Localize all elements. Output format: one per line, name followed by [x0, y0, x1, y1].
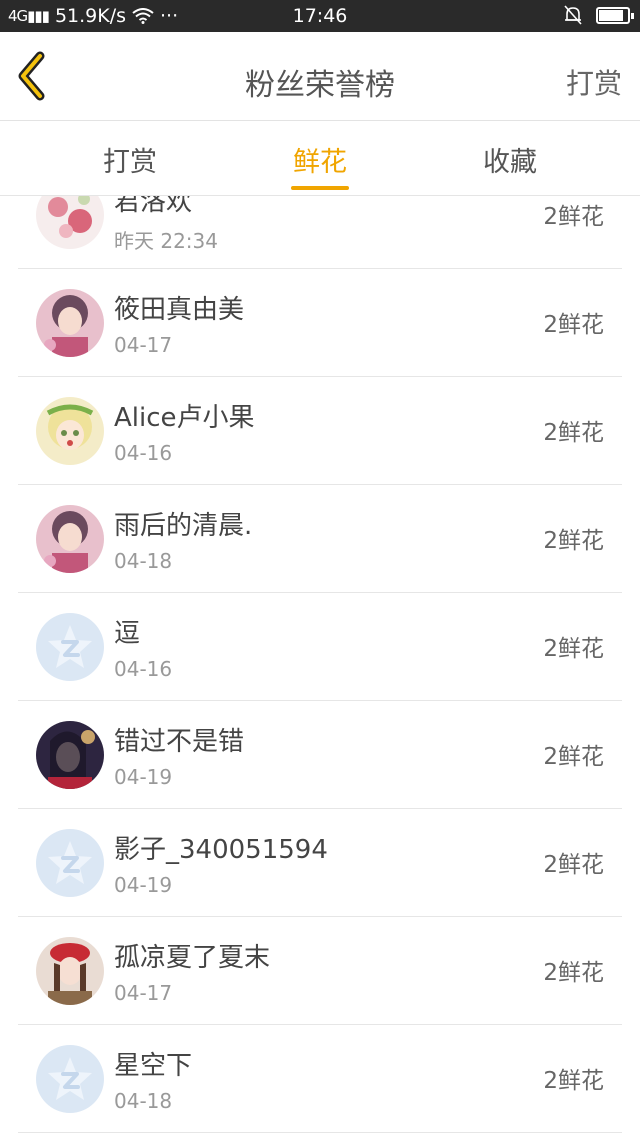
blonde-girl-avatar-icon — [36, 397, 104, 465]
fan-date: 04-16 — [114, 657, 173, 681]
fan-date: 04-17 — [114, 333, 173, 357]
status-right — [564, 5, 634, 25]
status-bar: 4G▮▮▮ 51.9K/s ··· 17:46 — [0, 0, 640, 32]
flower-amount: 2鲜花 — [543, 960, 604, 986]
fan-date: 昨天 22:34 — [114, 229, 218, 253]
page-title: 粉丝荣誉榜 — [245, 68, 395, 103]
fan-date: 04-17 — [114, 981, 173, 1005]
floral-avatar-icon — [36, 196, 104, 249]
flower-amount: 2鲜花 — [543, 312, 604, 338]
fan-name: 星空下 — [114, 1051, 193, 1081]
default-star-avatar-icon — [36, 613, 104, 681]
fan-date: 04-19 — [114, 873, 173, 897]
avatar[interactable] — [36, 937, 104, 1005]
fan-date: 04-16 — [114, 441, 173, 465]
avatar[interactable] — [36, 1045, 104, 1113]
fan-name: Alice卢小果 — [114, 403, 255, 433]
avatar[interactable] — [36, 721, 104, 789]
default-star-avatar-icon — [36, 1045, 104, 1113]
red-hat-avatar-icon — [36, 937, 104, 1005]
list-item[interactable]: 君洛欢昨天 22:34 2鲜花 — [0, 196, 640, 269]
list-item[interactable]: 星空下 04-18 2鲜花 — [0, 1025, 640, 1133]
flower-amount: 2鲜花 — [543, 744, 604, 770]
avatar[interactable] — [36, 196, 104, 249]
flower-amount: 2鲜花 — [543, 528, 604, 554]
list-item[interactable]: 雨后的清晨. 04-18 2鲜花 — [0, 485, 640, 593]
battery-fill — [599, 9, 623, 21]
flower-amount: 2鲜花 — [543, 420, 604, 446]
fan-name: 雨后的清晨. — [114, 511, 253, 541]
list-item[interactable]: Alice卢小果 04-16 2鲜花 — [0, 377, 640, 485]
flower-amount: 2鲜花 — [543, 1068, 604, 1094]
dark-hair-avatar-icon — [36, 721, 104, 789]
fan-date: 04-19 — [114, 765, 173, 789]
status-time: 17:46 — [292, 5, 348, 27]
fan-list[interactable]: 君洛欢 昨天 22:34 2鲜花 筱田真由美 04-17 2鲜花 Alice卢小果 04-16… — [0, 196, 640, 1138]
list-item[interactable]: 筱田真由美 04-17 2鲜花 — [0, 269, 640, 377]
fan-name: 筱田真由美 — [114, 295, 245, 325]
tab-favorites[interactable]: 收藏 — [450, 140, 570, 179]
active-tab-indicator — [291, 186, 349, 190]
list-item[interactable]: 逗 04-16 2鲜花 — [0, 593, 640, 701]
tab-flowers[interactable]: 鲜花 — [260, 140, 380, 179]
flower-amount: 2鲜花 — [543, 852, 604, 878]
list-item[interactable]: 错过不是错 04-19 2鲜花 — [0, 701, 640, 809]
flower-amount: 2鲜花 — [543, 636, 604, 662]
fan-name: 错过不是错 — [114, 727, 245, 757]
avatar[interactable] — [36, 829, 104, 897]
tab-bar: 打赏 鲜花 收藏 — [0, 122, 640, 196]
battery-icon — [596, 6, 634, 24]
fan-date: 04-18 — [114, 1089, 173, 1113]
avatar[interactable] — [36, 613, 104, 681]
list-item[interactable]: 孤凉夏了夏末 04-17 2鲜花 — [0, 917, 640, 1025]
bell-muted-icon — [564, 5, 582, 25]
fan-name: 君洛欢 — [114, 196, 193, 217]
fan-name: 孤凉夏了夏末 — [114, 943, 271, 973]
fan-name: 逗 — [114, 619, 141, 649]
fan-date: 04-18 — [114, 549, 173, 573]
fan-name: 影子_340051594 — [114, 835, 328, 865]
anime-girl-avatar-icon — [36, 505, 104, 573]
flower-amount: 2鲜花 — [543, 204, 604, 230]
anime-girl-avatar-icon — [36, 289, 104, 357]
avatar[interactable] — [36, 505, 104, 573]
list-item[interactable]: 影子_340051594 04-19 2鲜花 — [0, 809, 640, 917]
tab-tip[interactable]: 打赏 — [70, 140, 190, 179]
divider — [18, 1132, 622, 1133]
avatar[interactable] — [36, 289, 104, 357]
nav-bar: 粉丝荣誉榜 打赏 — [0, 32, 640, 121]
default-star-avatar-icon — [36, 829, 104, 897]
avatar[interactable] — [36, 397, 104, 465]
tip-action-button[interactable]: 打赏 — [566, 62, 622, 102]
